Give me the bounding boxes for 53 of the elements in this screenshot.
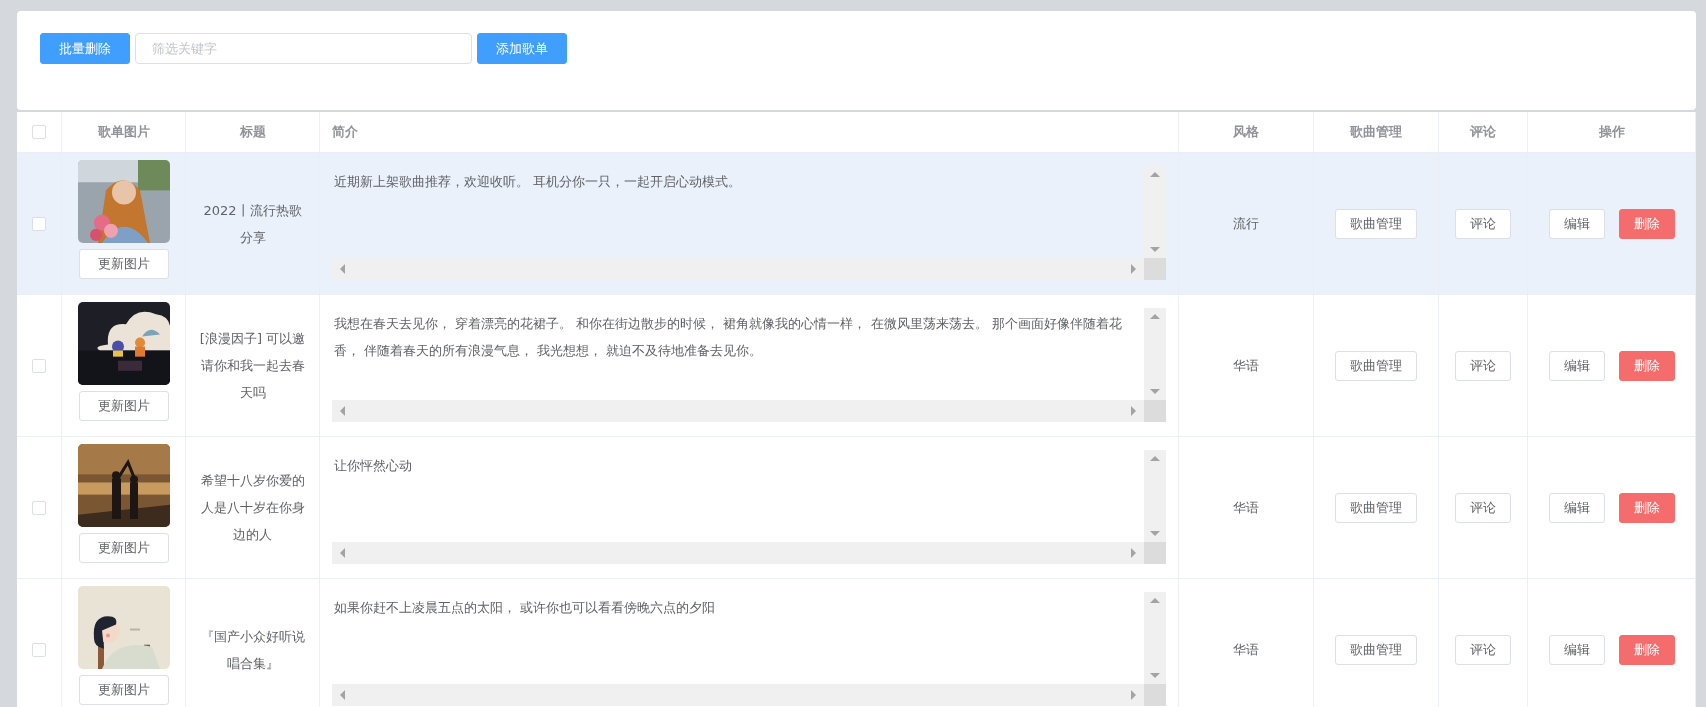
playlist-title: 2022丨流行热歌分享 [202,201,303,247]
search-field[interactable]: 筛选关键字 [135,33,472,64]
comment-button[interactable]: 评论 [1455,634,1511,665]
update-image-button[interactable]: 更新图片 [78,391,169,421]
vertical-scrollbar[interactable] [1144,166,1166,258]
style-label: 华语 [1233,498,1259,517]
vertical-scrollbar[interactable] [1144,592,1166,684]
column-header: 歌单图片 [97,123,150,141]
description-field[interactable]: 近期新上架歌曲推荐，欢迎收听。 耳机分你一只，一起开启心动模式。 [332,166,1166,280]
edit-button[interactable]: 编辑 [1548,634,1605,665]
update-image-button[interactable]: 更新图片 [78,249,169,279]
horizontal-scrollbar[interactable] [332,258,1144,280]
column-header: 标题 [239,123,266,141]
scrollbar-corner [1144,542,1166,564]
description-field[interactable]: 如果你赶不上凌晨五点的太阳， 或许你也可以看看傍晚六点的夕阳 [332,592,1166,706]
scrollbar-corner [1144,258,1166,280]
style-label: 华语 [1233,640,1259,659]
scrollbar-corner [1144,684,1166,706]
vertical-scrollbar[interactable] [1144,450,1166,542]
description-field[interactable]: 我想在春天去见你， 穿着漂亮的花裙子。 和你在街边散步的时候， 裙角就像我的心情一样， 在微风里荡来荡去。 那个画面好像伴随着花香， 伴随着春天的所有浪漫气息， 我光想想， 就迫不及待地准备去见你。 [332,308,1166,422]
style-label: 华语 [1233,356,1259,375]
edit-button[interactable]: 编辑 [1548,492,1605,523]
horizontal-scrollbar[interactable] [332,400,1144,422]
edit-button[interactable]: 编辑 [1548,208,1605,239]
horizontal-scrollbar[interactable] [332,684,1144,706]
style-label: 流行 [1233,214,1259,233]
description-field[interactable]: 让你怦然心动 [332,450,1166,564]
song-management-button[interactable]: 歌曲管理 [1335,208,1417,239]
horizontal-scrollbar[interactable] [332,542,1144,564]
comment-button[interactable]: 评论 [1455,492,1511,523]
song-management-button[interactable]: 歌曲管理 [1335,634,1417,665]
song-management-button[interactable]: 歌曲管理 [1335,492,1417,523]
row-checkbox[interactable] [32,500,46,515]
row-checkbox[interactable] [32,216,46,231]
scrollbar-corner [1144,400,1166,422]
song-management-button[interactable]: 歌曲管理 [1335,350,1417,381]
edit-button[interactable]: 编辑 [1548,350,1605,381]
column-header: 歌曲管理 [1350,123,1402,141]
playlist-title: 『国产小众好听说唱合集』 [199,627,306,673]
select-all-checkbox[interactable] [32,125,46,139]
playlist-title: [浪漫因子] 可以邀请你和我一起去春天吗 [198,330,307,402]
update-image-button[interactable]: 更新图片 [78,675,169,705]
comment-button[interactable]: 评论 [1455,350,1511,381]
row-checkbox[interactable] [32,358,46,373]
column-header: 简介 [332,123,358,141]
vertical-scrollbar[interactable] [1144,308,1166,400]
playlist-title: 希望十八岁你爱的人是八十岁在你身边的人 [199,472,306,544]
column-header: 操作 [1598,123,1625,141]
column-header: 评论 [1470,123,1496,141]
row-checkbox[interactable] [32,642,46,657]
column-header: 风格 [1233,123,1259,141]
update-image-button[interactable]: 更新图片 [78,533,169,563]
comment-button[interactable]: 评论 [1455,208,1511,239]
